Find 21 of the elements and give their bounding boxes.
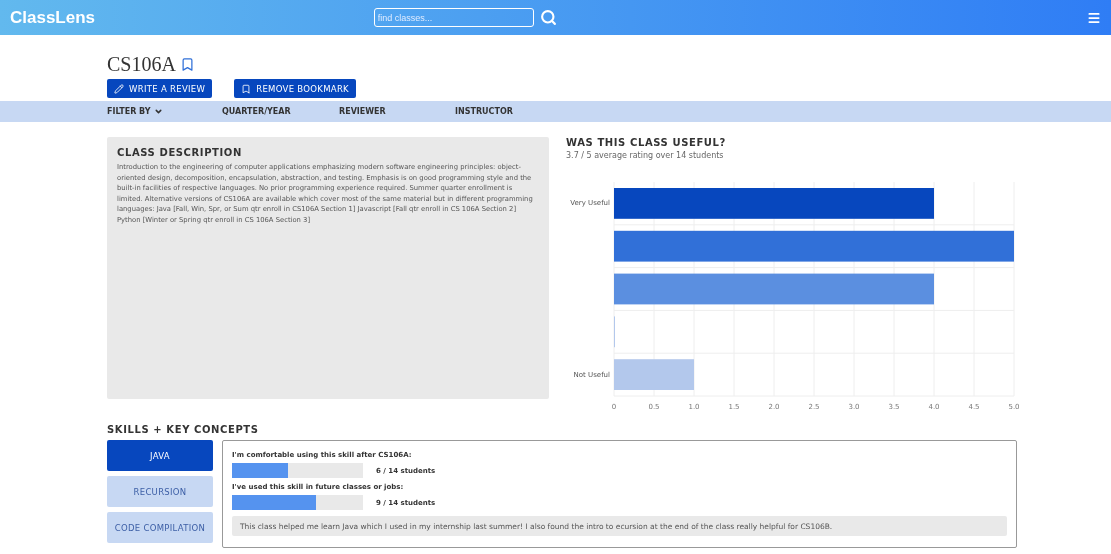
action-button[interactable]: REMOVE BOOKMARK: [234, 79, 356, 98]
pencil-icon: [114, 83, 124, 94]
caret-icon: [153, 107, 163, 116]
action-button[interactable]: WRITE A REVIEW: [107, 79, 213, 98]
skill-tab[interactable]: JAVA: [107, 440, 213, 471]
filter-dropdown[interactable]: FILTER BY: [107, 107, 222, 116]
rating-summary: 3.7 / 5 average rating over 14 students: [566, 151, 725, 160]
filter-option[interactable]: REVIEWER: [339, 107, 455, 116]
course-title: CS106A: [107, 53, 176, 76]
section-heading: CLASS DESCRIPTION: [117, 147, 243, 158]
bookmark-icon: [241, 83, 252, 94]
skill-tab[interactable]: RECURSION: [107, 476, 213, 507]
skill-tab[interactable]: CODE COMPILATION: [107, 512, 213, 543]
menu-icon[interactable]: [1087, 10, 1101, 25]
search-icon[interactable]: [539, 9, 557, 26]
filter-option[interactable]: QUARTER/YEAR: [222, 107, 339, 116]
bookmark-icon[interactable]: [179, 57, 195, 72]
search-field[interactable]: find classes...: [373, 8, 534, 27]
filter-option[interactable]: INSTRUCTOR: [455, 107, 571, 116]
section-heading: WAS THIS CLASS USEFUL?: [566, 137, 727, 148]
section-heading: SKILLS + KEY CONCEPTS: [107, 424, 260, 435]
